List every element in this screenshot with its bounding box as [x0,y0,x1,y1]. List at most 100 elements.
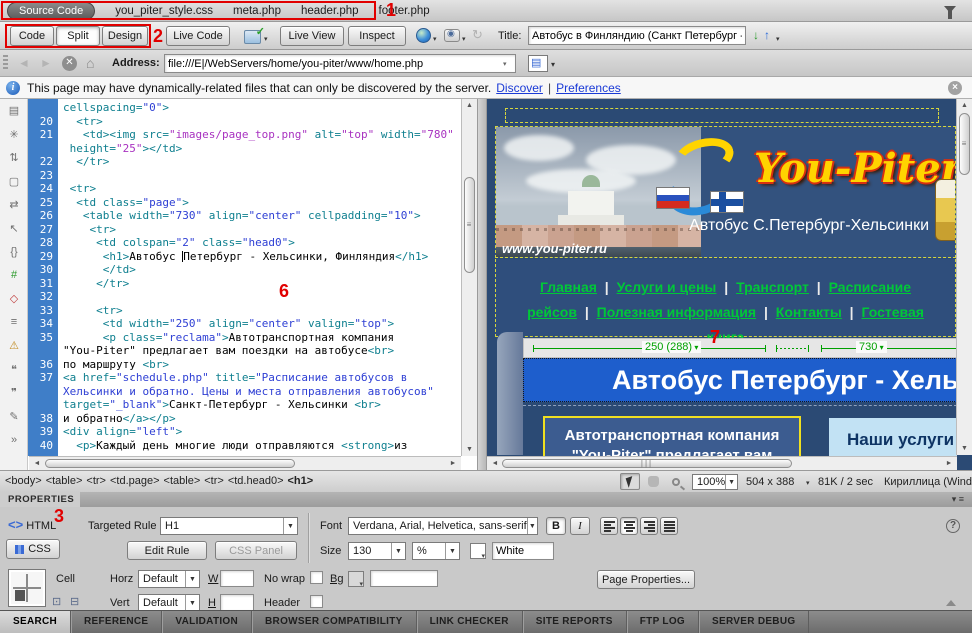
related-file-tab[interactable]: you_piter_style.css [115,5,213,17]
bg-color-input[interactable] [370,570,438,587]
code-line[interactable]: cellspacing="0"> [28,101,458,115]
results-tab-validation[interactable]: VALIDATION [162,611,252,633]
design-top-table-row[interactable] [505,108,939,123]
code-line[interactable]: Хельсинки и обратно. Цены и места отправ… [28,385,458,399]
chevron-down-icon[interactable]: ▾ [462,35,466,43]
expand-all-icon[interactable]: ⇄ [0,193,28,217]
zoom-level-select[interactable]: 100%▼ [692,474,738,490]
design-nav-link[interactable]: Главная [540,279,597,295]
scroll-down-icon[interactable]: ▼ [957,445,972,452]
split-view-button[interactable]: Split [56,26,100,46]
code-line[interactable]: 27 <tr> [28,223,458,237]
collapse-panel-icon[interactable] [946,600,956,606]
italic-button[interactable]: I [570,517,590,535]
code-line[interactable]: 26 <table width="730" align="center" cel… [28,209,458,223]
hand-tool-button[interactable] [643,473,663,490]
collapse-strip-icon[interactable]: » [0,428,28,452]
code-line[interactable]: 38и обратно</a></p> [28,412,458,426]
syntax-error-alerts-icon[interactable]: ⚠ [0,334,28,358]
code-line[interactable]: 31 </tr> [28,277,458,291]
chevron-down-icon[interactable]: ▾ [806,479,810,487]
preview-browser-icon[interactable] [416,28,431,43]
inspect-button[interactable]: Inspect [348,26,406,46]
remove-comment-icon[interactable]: ❞ [0,381,28,405]
header-checkbox[interactable] [310,595,323,608]
text-color-swatch[interactable] [470,543,486,559]
preferences-link[interactable]: Preferences [556,81,621,95]
format-source-code-icon[interactable]: ✎ [0,405,28,429]
code-line[interactable]: 28 <td colspan="2" class="head0"> [28,236,458,250]
tag-path-item[interactable]: <td.head0> [228,475,284,487]
cell-width-input[interactable] [220,570,254,587]
text-color-input[interactable] [492,542,554,560]
align-center-button[interactable] [620,517,638,535]
table-width-bar[interactable]: 250 (288) 730 [523,338,957,358]
design-nav-link[interactable]: Услуги и цены [617,279,717,295]
code-line[interactable]: 29 <h1>Автобус Петербург - Хельсинки, Фи… [28,250,458,264]
page-properties-button[interactable]: Page Properties... [597,570,695,589]
code-view-button[interactable]: Code [10,26,54,46]
edit-rule-button[interactable]: Edit Rule [127,541,207,560]
scroll-right-icon[interactable]: ► [943,460,955,467]
results-tab-browser-compatibility[interactable]: BROWSER COMPATIBILITY [252,611,417,633]
horz-select[interactable]: Default▼ [138,570,200,588]
show-info-icon[interactable]: ✳ [0,123,28,147]
properties-tab[interactable]: PROPERTIES [0,492,80,507]
scrollbar-thumb[interactable]: ≡ [464,177,475,273]
design-vertical-scrollbar[interactable]: ▲ ≡ ▼ [956,99,972,455]
balance-braces-icon[interactable]: {} [0,240,28,264]
bg-color-swatch[interactable] [348,571,364,587]
code-line[interactable]: 25 <td class="page"> [28,196,458,210]
address-input[interactable] [164,54,516,73]
split-cell-icon[interactable]: ⊟ [70,595,79,608]
scrollbar-thumb[interactable] [45,459,295,468]
collapse-full-tag-icon[interactable]: ⇅ [0,146,28,170]
live-code-button[interactable]: Live Code [166,26,230,46]
check-browser-compatibility-icon[interactable] [244,30,261,44]
size-select[interactable]: 130▼ [348,542,406,560]
help-icon[interactable]: ? [946,519,960,533]
code-horizontal-scrollbar[interactable]: ◄ ► [29,456,461,470]
title-input[interactable] [528,26,746,45]
align-right-button[interactable] [640,517,658,535]
code-line[interactable]: 39<div align="left"> [28,425,458,439]
apply-comment-icon[interactable]: ❝ [0,358,28,382]
code-line[interactable]: 36по маршруту <br> [28,358,458,372]
code-line[interactable]: 40 <p>Каждый день многие люди отправляют… [28,439,458,453]
code-line[interactable]: 30 </td> [28,263,458,277]
tag-path-item[interactable]: <table> [46,475,83,487]
panel-menu-icon[interactable]: ▾ ≡ [952,494,964,505]
merge-cells-icon[interactable]: ⊡ [52,595,61,608]
scroll-left-icon[interactable]: ◄ [489,460,501,467]
code-line[interactable]: target="_blank">Санкт-Петербург - Хельси… [28,398,458,412]
design-horizontal-scrollbar[interactable]: ◄ ||| ► [487,456,957,470]
design-pane[interactable]: You-Piter Автобус С.Петербург-Хельсинки … [487,99,972,470]
filter-icon[interactable] [944,6,956,13]
html-mode-button[interactable]: <> HTML [8,517,56,532]
chevron-down-icon[interactable]: ▾ [264,35,268,43]
font-select[interactable]: Verdana, Arial, Helvetica, sans-serif▼ [348,517,538,535]
results-tab-reference[interactable]: REFERENCE [71,611,162,633]
scrollbar-thumb[interactable]: ||| [502,459,792,468]
code-line[interactable]: 21 <td><img src="images/page_top.png" al… [28,128,458,142]
tag-path-item[interactable]: <body> [5,475,42,487]
word-wrap-icon[interactable]: ≡ [0,311,28,335]
related-file-tab[interactable]: header.php [301,5,359,17]
no-wrap-checkbox[interactable] [310,571,323,584]
tag-path-item[interactable]: <td.page> [110,475,160,487]
results-tab-site-reports[interactable]: SITE REPORTS [523,611,627,633]
results-tab-search[interactable]: SEARCH [0,611,71,633]
select-tool-button[interactable] [620,473,640,490]
pane-splitter[interactable] [477,99,487,470]
highlight-invalid-code-icon[interactable]: ◇ [0,287,28,311]
tag-path-item[interactable]: <h1> [288,475,314,487]
live-view-button[interactable]: Live View [280,26,344,46]
code-vertical-scrollbar[interactable]: ▲ ≡ ▼ [461,99,477,456]
size-unit-select[interactable]: %▼ [412,542,460,560]
bold-button[interactable]: B [546,517,566,535]
stop-icon[interactable]: ✕ [62,56,77,71]
chevron-down-icon[interactable]: ▾ [433,35,437,43]
code-line[interactable]: 20 <tr> [28,115,458,129]
table-width-label[interactable]: 730 [856,341,887,353]
source-code-tab[interactable]: Source Code [7,2,95,20]
